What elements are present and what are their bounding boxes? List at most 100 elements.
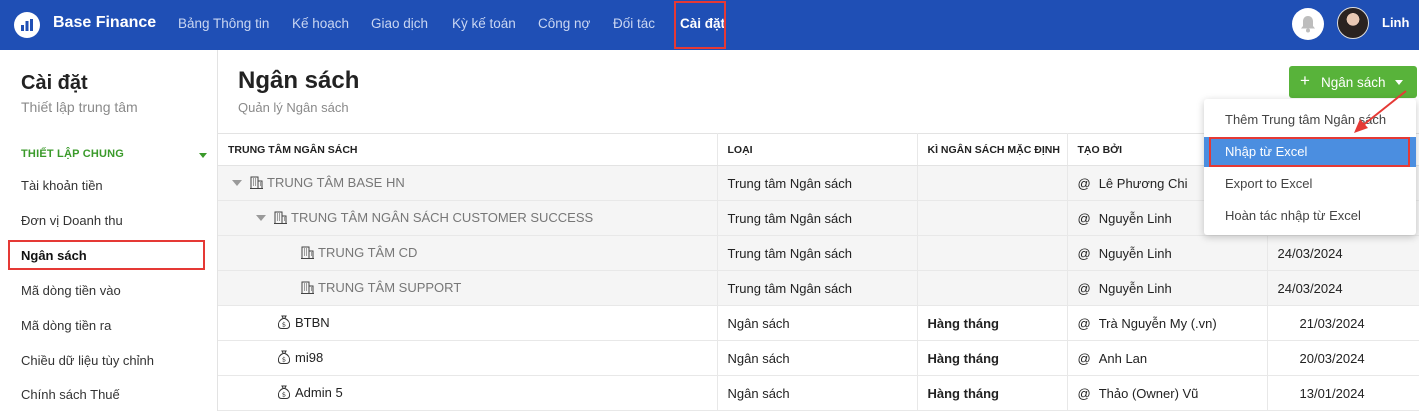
import-excel-highlight-box <box>1209 137 1410 167</box>
page-subtitle: Quản lý Ngân sách <box>238 100 349 115</box>
budget-name: BTBN <box>295 314 330 330</box>
menu-item-add-budget-center[interactable]: Thêm Trung tâm Ngân sách <box>1204 105 1416 135</box>
creator-name: Nguyễn Linh <box>1098 245 1172 261</box>
app-logo-icon[interactable] <box>14 12 40 38</box>
sidebar-group-general[interactable]: THIẾT LẬP CHUNG <box>21 148 124 160</box>
at-icon: @ <box>1077 350 1091 366</box>
nav-partners[interactable]: Đối tác <box>613 16 655 31</box>
expand-caret-icon[interactable] <box>232 180 242 187</box>
sidebar-title: Cài đặt <box>21 72 88 94</box>
col-header-budget-center[interactable]: TRUNG TÂM NGÂN SÁCH <box>218 133 718 166</box>
creator-cell: @ Anh Lan <box>1067 340 1268 376</box>
user-avatar[interactable] <box>1337 7 1369 39</box>
type-cell: Trung tâm Ngân sách <box>717 165 918 201</box>
add-budget-button[interactable]: + Ngân sách <box>1289 66 1417 98</box>
creator-name: Thảo (Owner) Vũ <box>1098 385 1199 401</box>
type-cell: Trung tâm Ngân sách <box>717 235 918 271</box>
creator-name: Anh Lan <box>1098 350 1148 366</box>
table-row[interactable]: $ mi98 Ngân sách Hàng tháng @ Anh Lan 20/0… <box>218 340 1419 376</box>
type-cell: Trung tâm Ngân sách <box>717 200 918 236</box>
col-header-default-period[interactable]: KÌ NGÂN SÁCH MẶC ĐỊNH <box>917 133 1068 166</box>
money-bag-icon: $ <box>277 350 291 367</box>
creator-name: Nguyễn Linh <box>1098 210 1172 226</box>
period-cell <box>917 270 1068 306</box>
name-cell: TRUNG TÂM CD <box>218 235 718 271</box>
money-bag-icon: $ <box>277 385 291 402</box>
date-cell: 24/03/2024 <box>1267 270 1419 306</box>
sidebar-item-custom-dimensions[interactable]: Chiều dữ liệu tùy chỉnh <box>21 353 154 368</box>
building-icon <box>274 211 287 227</box>
type-cell: Ngân sách <box>717 340 918 376</box>
col-header-type[interactable]: LOẠI <box>717 133 918 166</box>
creator-name: Trà Nguyễn My (.vn) <box>1098 315 1217 331</box>
svg-text:$: $ <box>282 355 286 363</box>
budget-center-name: TRUNG TÂM BASE HN <box>267 174 405 190</box>
sidebar-item-revenue-units[interactable]: Đơn vị Doanh thu <box>21 213 123 228</box>
nav-debts[interactable]: Công nợ <box>538 16 590 31</box>
building-icon <box>250 176 263 192</box>
at-icon: @ <box>1077 210 1091 226</box>
budget-name: Admin 5 <box>295 384 343 400</box>
table-row[interactable]: TRUNG TÂM SUPPORT Trung tâm Ngân sách @ N… <box>218 270 1419 306</box>
sidebar-item-cash-accounts[interactable]: Tài khoản tiền <box>21 178 103 193</box>
money-bag-icon: $ <box>277 315 291 332</box>
at-icon: @ <box>1077 175 1091 191</box>
nav-accounting-period[interactable]: Kỳ kế toán <box>452 16 516 31</box>
creator-cell: @ Trà Nguyễn My (.vn) <box>1067 305 1268 341</box>
menu-item-undo-import[interactable]: Hoàn tác nhập từ Excel <box>1204 201 1416 231</box>
period-cell: Hàng tháng <box>917 305 1068 341</box>
name-cell: TRUNG TÂM NGÂN SÁCH CUSTOMER SUCCESS <box>218 200 718 236</box>
add-budget-label: Ngân sách <box>1321 75 1386 90</box>
svg-text:$: $ <box>282 320 286 328</box>
creator-cell: @ Nguyễn Linh <box>1067 235 1268 271</box>
plus-icon: + <box>1300 71 1310 90</box>
expand-caret-icon[interactable] <box>256 215 266 222</box>
svg-text:$: $ <box>282 390 286 398</box>
period-cell: Hàng tháng <box>917 340 1068 376</box>
type-cell: Ngân sách <box>717 305 918 341</box>
budget-center-name: TRUNG TÂM CD <box>318 244 418 260</box>
at-icon: @ <box>1077 315 1091 331</box>
name-cell: TRUNG TÂM SUPPORT <box>218 270 718 306</box>
table-row[interactable]: TRUNG TÂM CD Trung tâm Ngân sách @ Nguyễn… <box>218 235 1419 271</box>
creator-name: Nguyễn Linh <box>1098 280 1172 296</box>
name-cell: $ BTBN <box>218 305 718 341</box>
sidebar-item-tax-policy[interactable]: Chính sách Thuế <box>21 387 120 402</box>
date-cell: 13/01/2024 <box>1267 375 1419 411</box>
creator-cell: @ Thảo (Owner) Vũ <box>1067 375 1268 411</box>
name-cell: TRUNG TÂM BASE HN <box>218 165 718 201</box>
caret-down-icon <box>1395 80 1403 85</box>
menu-item-export-excel[interactable]: Export to Excel <box>1204 169 1416 199</box>
nav-settings-highlight-box <box>674 1 726 49</box>
table-row[interactable]: $ BTBN Ngân sách Hàng tháng @ Trà Nguyễn M… <box>218 305 1419 341</box>
nav-plan[interactable]: Kế hoạch <box>292 16 349 31</box>
period-cell <box>917 200 1068 236</box>
page-title: Ngân sách <box>238 67 360 94</box>
sidebar-item-cash-in-codes[interactable]: Mã dòng tiền vào <box>21 283 121 298</box>
nav-dashboard[interactable]: Bảng Thông tin <box>178 16 269 31</box>
type-cell: Ngân sách <box>717 375 918 411</box>
at-icon: @ <box>1077 385 1091 401</box>
building-icon <box>301 246 314 262</box>
building-icon <box>301 281 314 297</box>
user-name[interactable]: Linh <box>1382 15 1409 30</box>
chevron-down-icon[interactable] <box>199 153 207 158</box>
bell-icon[interactable] <box>1292 8 1324 40</box>
sidebar-item-cash-out-codes[interactable]: Mã dòng tiền ra <box>21 318 111 333</box>
table-row[interactable]: $ Admin 5 Ngân sách Hàng tháng @ Thảo (Own… <box>218 375 1419 411</box>
type-cell: Trung tâm Ngân sách <box>717 270 918 306</box>
date-cell: 21/03/2024 <box>1267 305 1419 341</box>
sidebar-budget-highlight-box <box>8 240 205 270</box>
period-cell: Hàng tháng <box>917 375 1068 411</box>
add-budget-dropdown-menu: Thêm Trung tâm Ngân sách Nhập từ Excel E… <box>1204 99 1416 235</box>
date-cell: 24/03/2024 <box>1267 235 1419 271</box>
creator-name: Lê Phương Chi <box>1098 175 1188 191</box>
app-name[interactable]: Base Finance <box>53 14 156 32</box>
creator-cell: @ Nguyễn Linh <box>1067 270 1268 306</box>
at-icon: @ <box>1077 245 1091 261</box>
budget-name: mi98 <box>295 349 324 365</box>
at-icon: @ <box>1077 280 1091 296</box>
date-cell: 20/03/2024 <box>1267 340 1419 376</box>
period-cell <box>917 235 1068 271</box>
nav-transactions[interactable]: Giao dịch <box>371 16 428 31</box>
